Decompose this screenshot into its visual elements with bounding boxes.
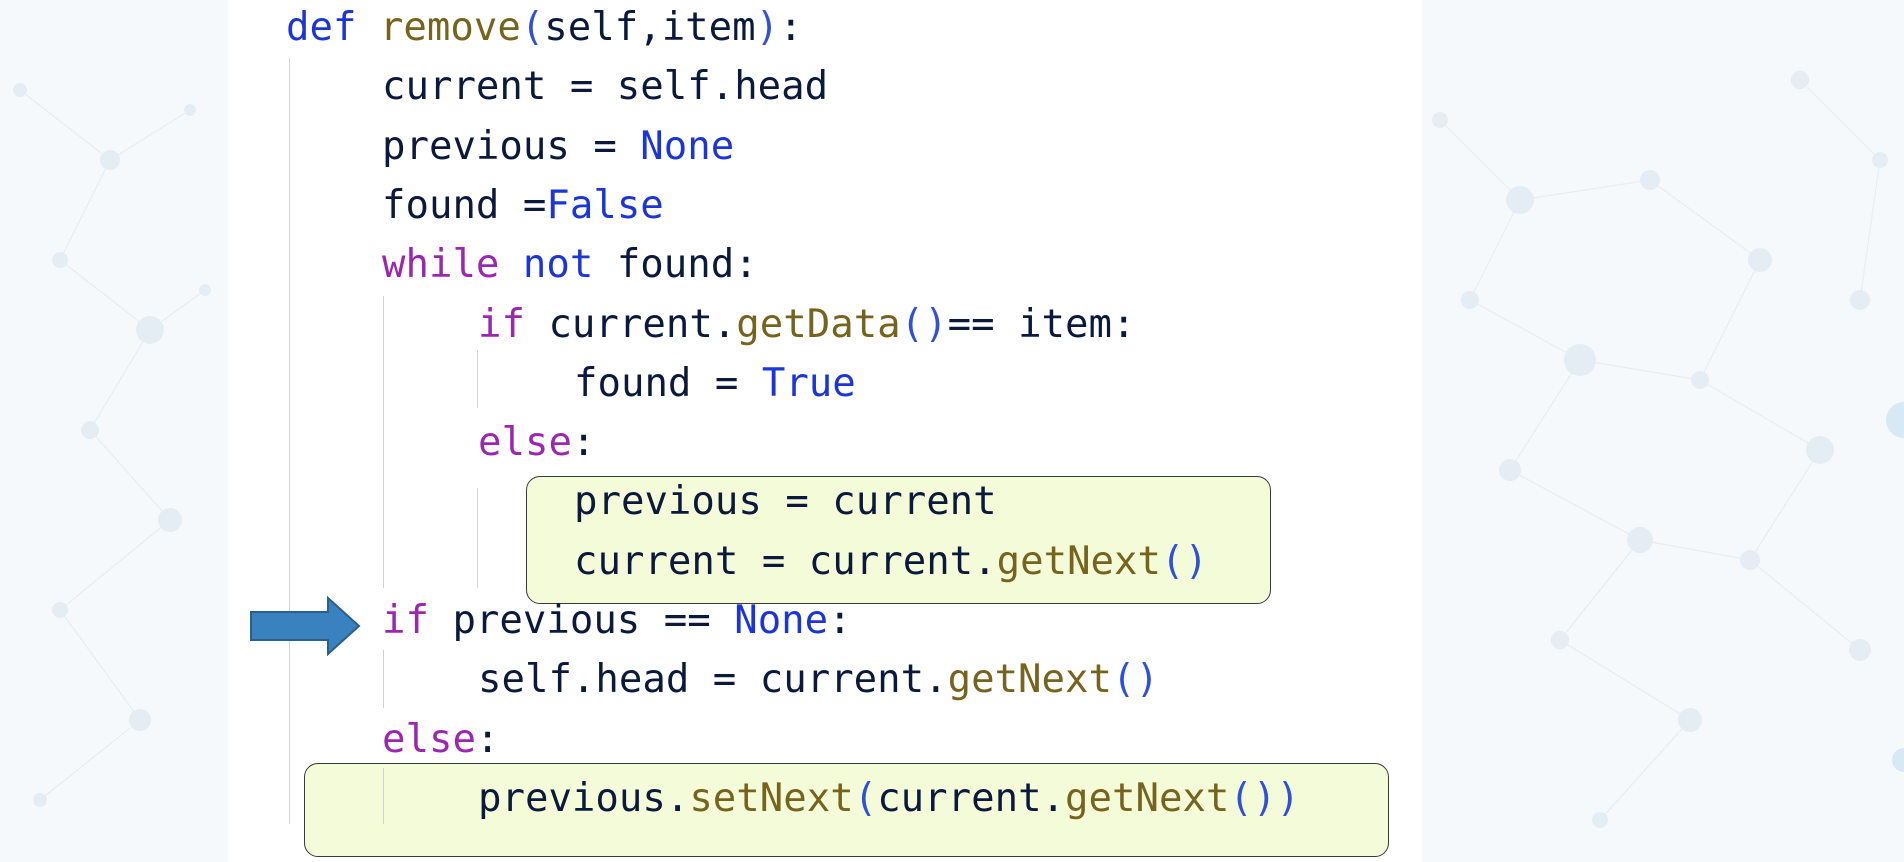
code-token: () <box>900 301 948 347</box>
code-line: previous = None <box>382 123 734 171</box>
code-token: current = self.head <box>382 64 829 110</box>
code-token: found = <box>574 360 762 406</box>
code-token: True <box>761 360 856 406</box>
right-arrow-icon <box>250 596 361 656</box>
code-line: else: <box>382 716 499 764</box>
code-line: previous.setNext(current.getNext()) <box>478 775 1300 823</box>
code-token: self.head = current. <box>478 657 948 703</box>
code-token: getNext <box>947 657 1112 703</box>
code-token: current. <box>877 775 1066 821</box>
code-token: found = <box>382 182 547 228</box>
code-token: remove <box>379 5 521 50</box>
code-line: self.head = current.getNext() <box>478 656 1159 704</box>
code-token: == item: <box>947 301 1136 347</box>
code-token: current = current. <box>574 538 997 584</box>
code-line: else: <box>478 419 595 467</box>
code-line: while not found: <box>382 241 758 289</box>
code-token: False <box>546 182 664 228</box>
code-token: else <box>478 420 572 466</box>
code-token: getNext <box>1065 775 1230 821</box>
code-token: () <box>1111 657 1159 703</box>
code-token: previous = <box>382 123 641 169</box>
code-token: None <box>640 123 735 169</box>
code-token: None <box>734 598 829 643</box>
code-token: ( <box>853 775 878 821</box>
code-token: self,item <box>544 5 756 50</box>
code-token: not <box>522 242 594 288</box>
code-token: ) <box>755 5 780 50</box>
code-line: if current.getData()== item: <box>478 301 1135 349</box>
code-token: else <box>382 716 476 762</box>
code-line: if previous == None: <box>382 597 852 645</box>
code-line: previous = current <box>574 478 997 526</box>
code-line: current = self.head <box>382 63 828 111</box>
code-token: while <box>382 242 500 288</box>
code-token: if <box>382 598 429 643</box>
code-token: previous = current <box>574 479 997 525</box>
code-token: : <box>571 420 596 466</box>
code-token: () <box>1161 538 1208 584</box>
code-token: current. <box>524 301 737 347</box>
code-token: if <box>478 301 525 347</box>
code-token: getData <box>736 301 901 347</box>
code-token: : <box>779 5 803 50</box>
code-token: ()) <box>1229 775 1300 821</box>
code-token: def <box>286 5 380 50</box>
code-line: def remove(self,item): <box>286 4 803 52</box>
code-line: found = True <box>574 360 856 408</box>
code-block: def remove(self,item): current = self.hea… <box>0 0 1904 862</box>
code-token: : <box>828 598 852 643</box>
code-line: current = current.getNext() <box>574 538 1208 586</box>
code-token: getNext <box>996 538 1162 584</box>
code-token: ( <box>520 5 545 50</box>
code-token: previous == <box>428 598 735 643</box>
code-line: found =False <box>382 182 664 230</box>
code-token: found: <box>593 242 758 288</box>
code-token: previous. <box>478 775 690 821</box>
code-token: : <box>475 716 500 762</box>
code-token: setNext <box>689 775 854 821</box>
